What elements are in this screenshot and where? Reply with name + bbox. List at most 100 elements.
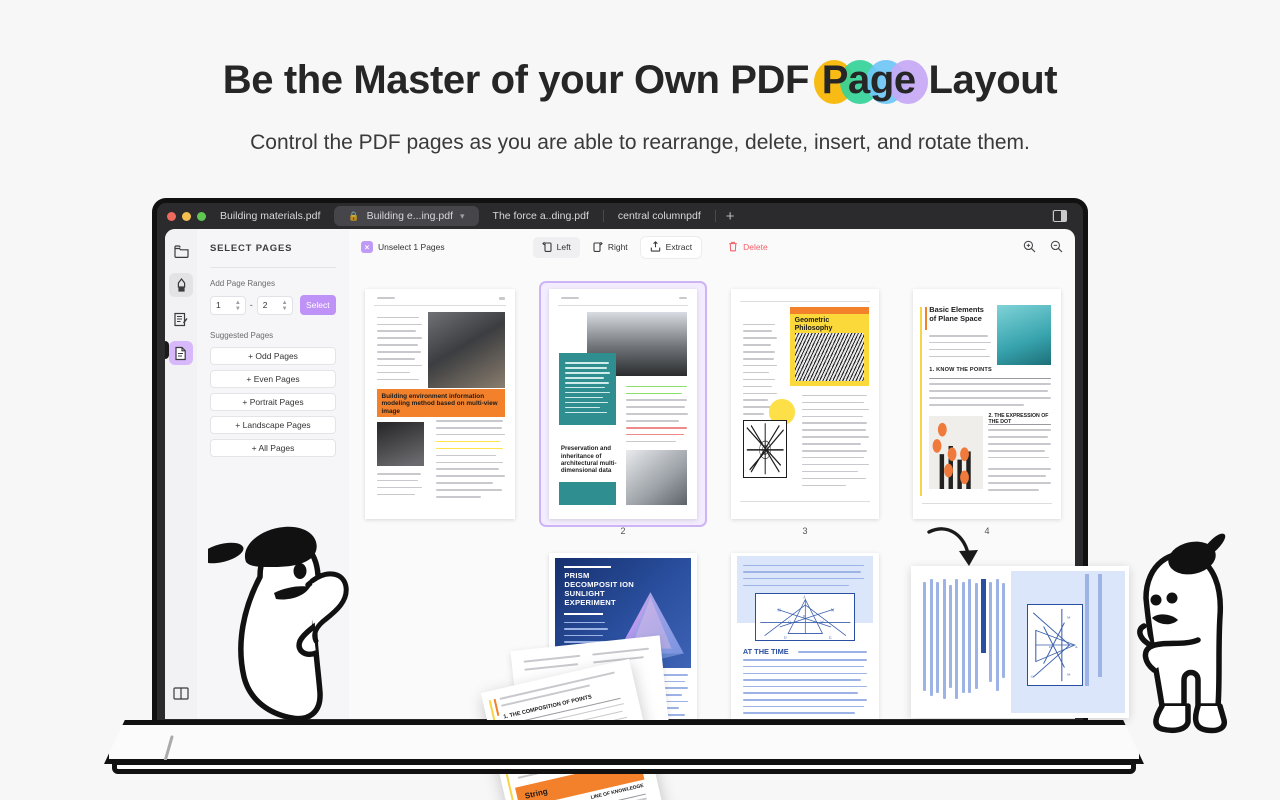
- pages-toolbar: × Unselect 1 Pages Left Right Extract De…: [349, 229, 1075, 265]
- sidebar-item-book-view[interactable]: [169, 681, 193, 705]
- select-button[interactable]: Select: [299, 295, 337, 315]
- range-to-stepper[interactable]: 2 ▲ ▼: [256, 295, 293, 315]
- page-accent-mark: [924, 307, 928, 331]
- page-7-sidecol: [1098, 573, 1103, 677]
- zoom-out-icon[interactable]: [1050, 240, 1063, 255]
- stepper-arrows-icon[interactable]: ▲ ▼: [282, 300, 288, 312]
- new-tab-button[interactable]: +: [716, 208, 745, 225]
- tab-label: Building e...ing.pdf: [366, 210, 454, 222]
- suggested-pages-label: Suggested Pages: [210, 331, 274, 340]
- tab-label: The force a..ding.pdf: [492, 210, 589, 222]
- page-2-content: Preservation and inheritance of architec…: [549, 289, 697, 519]
- sidebar-item-annotate[interactable]: [169, 307, 193, 331]
- page-4-content: Basic Elements of Plane Space 1. KNOW TH…: [913, 289, 1061, 519]
- page-1-title: Building environment information modelin…: [381, 392, 498, 415]
- tab-1-active[interactable]: 🔒 Building e...ing.pdf ▾: [334, 206, 479, 226]
- split-view-icon[interactable]: [1053, 210, 1067, 222]
- page-number-3: 3: [802, 526, 808, 536]
- headline-highlight-text: Page: [821, 58, 916, 102]
- zoom-controls: [1023, 240, 1063, 255]
- unselect-pages-button[interactable]: × Unselect 1 Pages: [361, 241, 445, 253]
- rotate-right-icon: [593, 241, 603, 254]
- page-thumbnail-7-rotated[interactable]: MMO AD: [911, 566, 1129, 718]
- add-landscape-pages-button[interactable]: + Landscape Pages: [210, 416, 336, 434]
- lock-icon: 🔒: [348, 210, 360, 221]
- range-from-stepper[interactable]: 1 ▲ ▼: [210, 295, 246, 315]
- tab-0[interactable]: Building materials.pdf: [206, 206, 334, 226]
- minimize-window-button[interactable]: [182, 211, 191, 221]
- window-controls[interactable]: [157, 211, 206, 221]
- page-7-rotated-text: [920, 571, 1012, 714]
- svg-text:O: O: [788, 620, 791, 624]
- page-range-row: 1 ▲ ▼ - 2 ▲ ▼ Select: [210, 295, 337, 315]
- range-from-value: 1: [216, 300, 221, 310]
- panel-title: SELECT PAGES: [210, 243, 293, 254]
- stepper-arrows-icon[interactable]: ▲ ▼: [235, 300, 241, 312]
- page-header-mark: [498, 296, 505, 300]
- add-even-pages-button[interactable]: + Even Pages: [210, 370, 336, 388]
- zoom-in-icon[interactable]: [1023, 240, 1036, 255]
- rotate-left-icon: [541, 241, 552, 254]
- range-dash: -: [249, 300, 253, 310]
- add-portrait-pages-button[interactable]: + Portrait Pages: [210, 393, 336, 411]
- svg-text:A: A: [803, 595, 806, 599]
- page-photo: [997, 305, 1051, 365]
- rotate-right-label: Right: [607, 242, 628, 252]
- svg-text:W: W: [820, 620, 824, 624]
- page-3-content: Geometric Philosophy: [731, 289, 879, 519]
- laptop-base-shine: [163, 735, 174, 763]
- add-all-pages-button[interactable]: + All Pages: [210, 439, 336, 457]
- page-optics-diagram: AMM OGB OW: [754, 592, 856, 641]
- window-titlebar: Building materials.pdf 🔒 Building e...in…: [157, 203, 1083, 229]
- add-odd-pages-button[interactable]: + Odd Pages: [210, 347, 336, 365]
- page-side-stripe: [920, 307, 923, 496]
- sidebar-item-page-organize[interactable]: [169, 341, 193, 365]
- page-photo-2: [377, 422, 424, 467]
- page-thumbnail-4[interactable]: Basic Elements of Plane Space 1. KNOW TH…: [913, 289, 1061, 536]
- close-window-button[interactable]: [167, 211, 176, 221]
- page-7-title-vertical: [981, 579, 986, 654]
- delete-button[interactable]: Delete: [719, 237, 777, 258]
- tab-label: Building materials.pdf: [220, 210, 321, 222]
- unselect-label: Unselect 1 Pages: [378, 242, 445, 252]
- sidebar-item-folder[interactable]: [169, 239, 193, 263]
- annotate-icon: [174, 312, 188, 327]
- tab-label: central columnpdf: [617, 210, 701, 222]
- svg-text:M: M: [1067, 673, 1070, 676]
- tab-2[interactable]: The force a..ding.pdf: [479, 206, 603, 226]
- page-4-heading-1: 1. KNOW THE POINTS: [929, 367, 992, 374]
- page-root: Be the Master of your Own PDF Page Layou…: [0, 0, 1280, 800]
- svg-text:M: M: [831, 608, 835, 612]
- page-line-art: [742, 420, 788, 478]
- laptop-base-lip: [112, 760, 1136, 774]
- highlighter-icon: [175, 277, 188, 293]
- rotate-right-button[interactable]: Right: [584, 237, 637, 258]
- folder-icon: [173, 244, 189, 258]
- extract-button[interactable]: Extract: [640, 236, 702, 258]
- extract-label: Extract: [665, 242, 693, 252]
- headline-part1: Be the Master of your Own PDF: [222, 58, 820, 102]
- curved-arrow-icon: [925, 520, 985, 581]
- chevron-down-icon[interactable]: ▾: [460, 211, 465, 222]
- rotate-left-button[interactable]: Left: [532, 236, 580, 258]
- page-1-content: Building environment information modelin…: [365, 289, 515, 519]
- page-thumbnail-3[interactable]: Geometric Philosophy 3: [731, 289, 879, 536]
- svg-text:G: G: [829, 636, 832, 640]
- close-icon: ×: [361, 241, 373, 253]
- delete-label: Delete: [743, 242, 768, 252]
- page-header-rule: [557, 305, 689, 307]
- page-thumbnail-1[interactable]: Building environment information modelin…: [365, 289, 515, 519]
- svg-text:A: A: [1074, 645, 1077, 648]
- svg-text:O: O: [784, 636, 787, 640]
- tab-3[interactable]: central columnpdf: [604, 206, 715, 226]
- page-wave-photo: [794, 332, 865, 381]
- page-thumbnail-6[interactable]: AMM OGB OW AT THE TIME: [731, 553, 879, 719]
- maximize-window-button[interactable]: [197, 211, 206, 221]
- sidebar-item-highlighter[interactable]: [169, 273, 193, 297]
- page-6-content: AMM OGB OW AT THE TIME: [731, 553, 879, 719]
- page-thumbnail-2[interactable]: Preservation and inheritance of architec…: [549, 289, 697, 536]
- headline-highlight-word: Page: [813, 58, 928, 104]
- rail-drag-handle[interactable]: [165, 341, 169, 359]
- page-7-sidecol: [1085, 573, 1090, 687]
- page-3-title: Geometric Philosophy: [794, 316, 833, 332]
